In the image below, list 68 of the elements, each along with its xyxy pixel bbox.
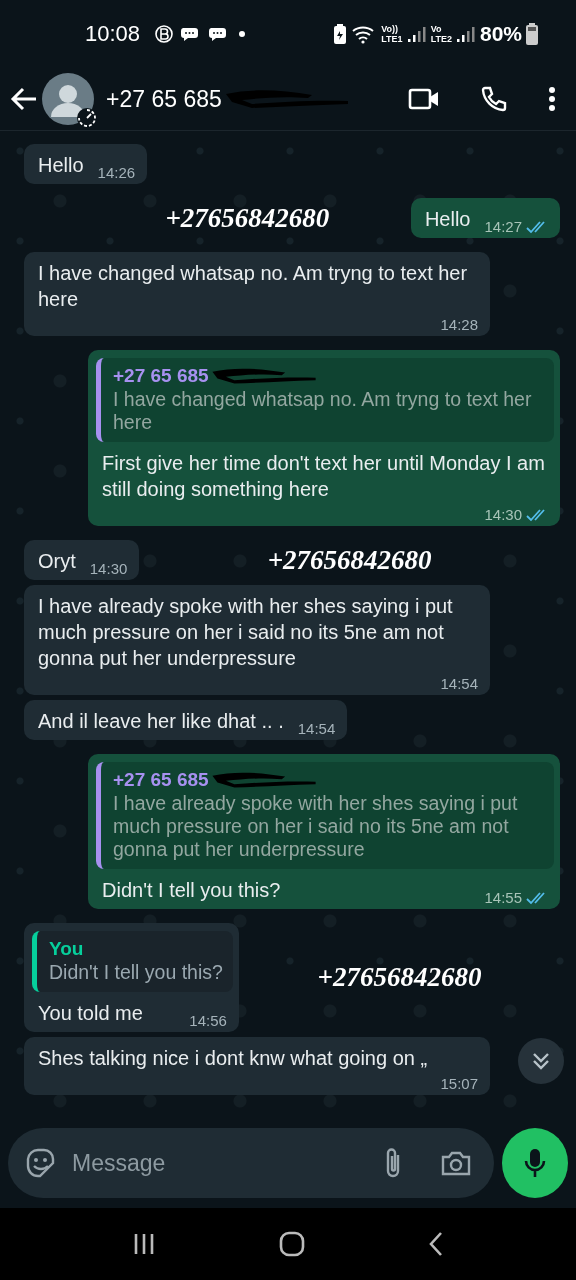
battery-icon <box>526 23 538 45</box>
message-text: Didn't I tell you this? <box>102 878 281 903</box>
message-time: 14:30 <box>484 506 522 524</box>
sent-message-bubble[interactable]: +27 65 685 I have changed whatsap no. Am tryng to text her here First give her time don't text her until Monday I am still doing something here 14:30 <box>88 350 560 526</box>
quoted-message[interactable]: +27 65 685 I have changed whatsap no. Am tryng to text her here <box>96 358 554 442</box>
business-icon <box>154 24 175 44</box>
message-time: 14:54 <box>440 675 478 693</box>
quoted-message[interactable]: You Didn't I tell you this? <box>32 931 233 992</box>
received-message-bubble[interactable]: Oryt 14:30 <box>24 540 140 580</box>
avatar-icon[interactable] <box>42 73 94 125</box>
message-text: Hello <box>424 207 471 232</box>
message-text: First give her time don't text her until Monday I am still doing something here <box>102 451 546 502</box>
more-options-icon[interactable] <box>548 86 556 112</box>
annotation-text: +27656842680 <box>317 962 482 993</box>
message-time: 14:27 <box>484 218 522 236</box>
volte-label: Vo <box>430 24 443 34</box>
message-bar[interactable]: Message <box>8 1128 494 1198</box>
quoted-text: I have changed whatsap no. Am tryng to text her here <box>113 388 533 434</box>
camera-icon[interactable] <box>440 1149 472 1177</box>
quoted-text: Didn't I tell you this? <box>49 961 223 984</box>
quoted-message[interactable]: +27 65 685 I have already spoke with her shes saying i put much pressure on her i said no its 5ne am not gonna put her underpressure <box>96 762 554 869</box>
double-chevron-icon <box>530 1050 552 1072</box>
contact-name[interactable]: +27 65 685 <box>106 85 222 113</box>
message-text: Shes talking nice i dont knw what going on „ <box>38 1046 428 1071</box>
received-message-bubble[interactable]: Shes talking nice i dont knw what going on „ 15:07 <box>24 1037 490 1095</box>
quoted-author: +27 65 685 <box>113 768 209 792</box>
network-label: LTE1 <box>381 34 403 44</box>
received-message-bubble[interactable]: And il leave her like dhat .. . 14:54 <box>24 700 348 740</box>
video-call-icon[interactable] <box>408 87 440 111</box>
message-text: You told me <box>38 1001 143 1026</box>
message-text: I have changed whatsap no. Am tryng to text her here <box>38 261 469 312</box>
message-time: 15:07 <box>440 1075 478 1093</box>
signal-icon <box>455 25 476 43</box>
message-field[interactable]: Message <box>70 1148 370 1178</box>
clock-time: 10:08 <box>85 21 141 47</box>
microphone-icon <box>524 1147 546 1179</box>
message-time: 14:28 <box>440 316 478 334</box>
battery-percent: 80% <box>479 22 522 46</box>
sent-message-bubble[interactable]: +27 65 685 I have already spoke with her shes saying i put much pressure on her i said no its 5ne am not gonna put her underpressure Didn't I tell you this? 14:55 <box>88 754 560 909</box>
sticker-icon[interactable] <box>24 1147 56 1179</box>
sent-message-bubble[interactable]: Hello 14:27 <box>410 198 560 238</box>
back-icon[interactable] <box>428 1231 445 1257</box>
volte-label: Vo)) <box>381 24 400 34</box>
message-text: Oryt <box>38 549 76 574</box>
message-time: 14:54 <box>297 720 336 738</box>
message-time: 14:55 <box>484 889 522 907</box>
home-icon[interactable] <box>279 1231 305 1257</box>
message-text: Hello <box>38 153 84 178</box>
received-message-bubble[interactable]: Hello 14:26 <box>24 144 148 184</box>
annotation-text: +27656842680 <box>267 544 432 576</box>
received-message-bubble[interactable]: I have already spoke with her shes saying i put much pressure on her i said no its 5ne am not gonna put her underpressure 14:54 <box>24 585 490 695</box>
scroll-down-button[interactable] <box>518 1038 564 1084</box>
message-time: 14:30 <box>89 560 128 578</box>
message-text: I have already spoke with her shes saying i put much pressure on her i said no its 5ne am not gonna put her underpressure <box>38 594 454 671</box>
quoted-author: You <box>49 937 84 961</box>
phone-icon[interactable] <box>480 85 508 113</box>
back-arrow-icon[interactable] <box>10 86 38 112</box>
quoted-author: +27 65 685 <box>113 364 209 388</box>
quoted-text: I have already spoke with her shes saying i put much pressure on her i said no its 5ne am not gonna put her underpressure <box>113 792 519 861</box>
network-label: LTE2 <box>430 34 452 44</box>
received-message-bubble[interactable]: You Didn't I tell you this? You told me 14:56 <box>24 923 239 1032</box>
message-time: 14:26 <box>97 164 136 182</box>
signal-icon <box>406 25 427 43</box>
received-message-bubble[interactable]: I have changed whatsap no. Am tryng to text her here 14:28 <box>24 252 490 336</box>
message-time: 14:56 <box>189 1012 227 1030</box>
battery-saver-icon <box>333 23 348 45</box>
annotation-text: +27656842680 <box>165 202 330 234</box>
message-text: And il leave her like dhat .. . <box>38 709 284 734</box>
